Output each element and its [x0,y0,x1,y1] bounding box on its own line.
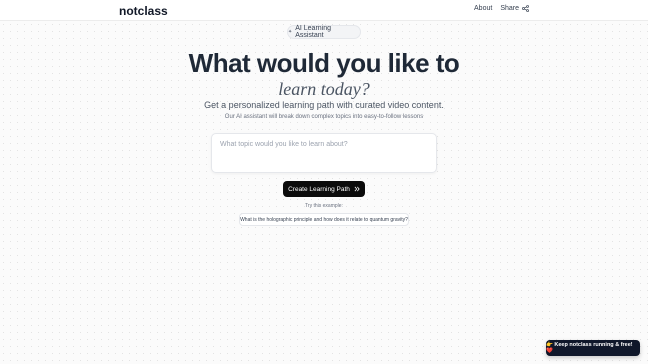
about-link[interactable]: About [474,5,492,12]
try-example-label: Try this example: [305,203,343,209]
nav-links: About Share [474,5,529,12]
support-button[interactable]: 👉 Keep notclass running & free! ❤️ [546,340,640,356]
double-chevron-right-icon [354,186,360,192]
share-button[interactable]: Share [500,5,529,12]
page-title-italic: learn today? [278,79,370,99]
example-chip[interactable]: What is the holographic principle and ho… [239,213,409,226]
sparkle-icon: ✦ [288,29,293,35]
create-button-label: Create Learning Path [288,185,350,193]
page-description: Our AI assistant will break down complex… [224,114,424,120]
ai-assistant-badge: ✦ AI Learning Assistant [287,25,361,39]
share-label: Share [500,5,519,12]
create-learning-path-button[interactable]: Create Learning Path [283,181,365,197]
top-navbar: notclass About Share [0,0,648,21]
topic-input[interactable] [212,134,436,172]
page-title: What would you like to [188,48,460,78]
share-icon [522,5,529,12]
page-subtitle: Get a personalized learning path with cu… [204,100,444,110]
topic-input-container [211,133,437,173]
logo[interactable]: notclass [119,4,168,18]
badge-label: AI Learning Assistant [295,25,332,39]
